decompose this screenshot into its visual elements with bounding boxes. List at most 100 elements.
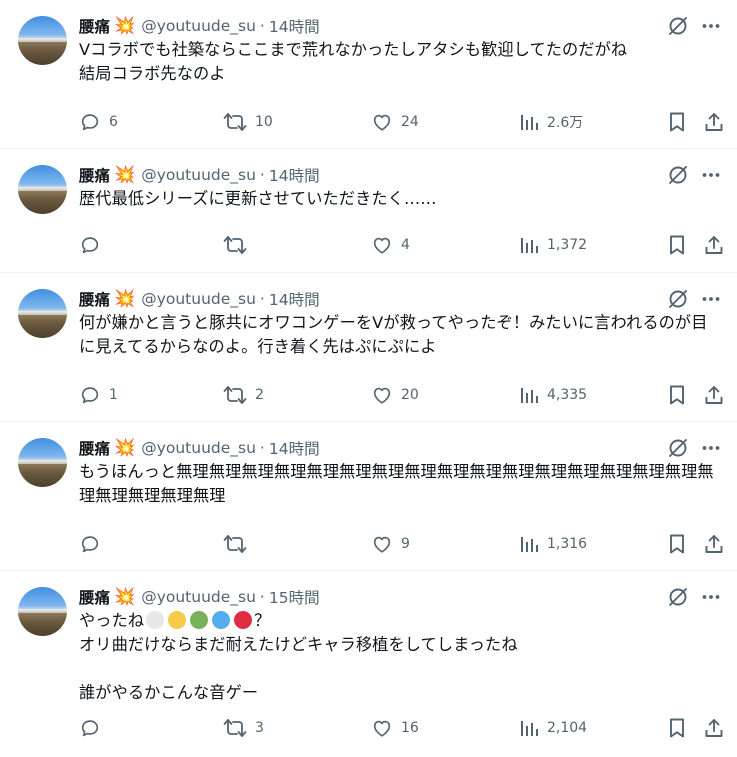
- reply-button[interactable]: 1: [79, 383, 118, 407]
- action-bar: 3 16 2,104: [79, 716, 723, 740]
- like-button[interactable]: 4: [371, 233, 410, 257]
- display-name[interactable]: 腰痛: [79, 437, 110, 459]
- tweet-header: 腰痛 💥 @youtuude_su · 14時間: [79, 14, 721, 38]
- retweet-button[interactable]: [223, 532, 255, 556]
- bookmark-icon: [670, 112, 684, 132]
- grok-icon[interactable]: [667, 437, 689, 459]
- green-circle-emoji: [190, 611, 209, 629]
- avatar[interactable]: [18, 438, 67, 487]
- heart-icon: [373, 237, 391, 254]
- separator-dot: ·: [259, 588, 265, 606]
- retweet-button[interactable]: 2: [223, 383, 264, 407]
- like-count: 20: [401, 387, 419, 403]
- user-handle[interactable]: @youtuude_su: [141, 290, 256, 308]
- user-handle[interactable]: @youtuude_su: [141, 17, 256, 35]
- tweet-text-suffix: ？: [254, 611, 271, 630]
- tweet-text-rest: オリ曲だけならまだ耐えたけどキャラ移植をしてしまったね 誰がやるかこんな音ゲー: [79, 635, 518, 702]
- more-icon[interactable]: [701, 16, 721, 36]
- share-button[interactable]: [703, 383, 725, 407]
- reply-icon: [81, 720, 99, 737]
- timestamp[interactable]: 14時間: [269, 437, 320, 459]
- bookmark-button[interactable]: [667, 233, 687, 257]
- views-button[interactable]: 2.6万: [519, 110, 583, 134]
- grok-icon[interactable]: [667, 288, 689, 310]
- bookmark-button[interactable]: [667, 383, 687, 407]
- tweet[interactable]: 腰痛 💥 @youtuude_su · 15時間 やったね ？ オリ曲だけならまだ…: [0, 571, 737, 757]
- retweet-button[interactable]: [223, 233, 255, 257]
- collision-emoji-icon: 💥: [114, 586, 136, 607]
- tweet-header: 腰痛 💥 @youtuude_su · 14時間: [79, 287, 721, 311]
- bookmark-button[interactable]: [667, 532, 687, 556]
- reply-icon: [81, 237, 99, 254]
- timestamp[interactable]: 14時間: [269, 164, 320, 186]
- tweet-text: 何が嫌かと言うと豚共にオワコンゲーをVが救ってやったぞ！みたいに言われるのが目に…: [79, 313, 708, 356]
- action-bar: 6 10 24 2.6万: [79, 110, 723, 134]
- heart-icon: [373, 720, 391, 737]
- separator-dot: ·: [259, 17, 265, 35]
- tweet[interactable]: 腰痛 💥 @youtuude_su · 14時間 何が嫌かと言うと豚共にオワコン…: [0, 273, 737, 422]
- display-name[interactable]: 腰痛: [79, 164, 110, 186]
- views-button[interactable]: 1,372: [519, 233, 587, 257]
- tweet[interactable]: 腰痛 💥 @youtuude_su · 14時間 もうほんっと無理無理無理無理無…: [0, 422, 737, 571]
- avatar[interactable]: [18, 289, 67, 338]
- more-icon[interactable]: [701, 289, 721, 309]
- user-handle[interactable]: @youtuude_su: [141, 439, 256, 457]
- separator-dot: ·: [259, 290, 265, 308]
- more-icon[interactable]: [701, 165, 721, 185]
- avatar[interactable]: [18, 16, 67, 65]
- display-name[interactable]: 腰痛: [79, 15, 110, 37]
- share-icon: [705, 236, 723, 254]
- separator-dot: ·: [259, 439, 265, 457]
- timestamp[interactable]: 15時間: [269, 586, 320, 608]
- grok-icon[interactable]: [667, 15, 689, 37]
- like-button[interactable]: 9: [371, 532, 410, 556]
- action-bar: 9 1,316: [79, 532, 723, 556]
- views-button[interactable]: 2,104: [519, 716, 587, 740]
- views-button[interactable]: 1,316: [519, 532, 587, 556]
- like-count: 4: [401, 237, 410, 253]
- tweet[interactable]: 腰痛 💥 @youtuude_su · 14時間 歴代最低シリーズに更新させてい…: [0, 149, 737, 273]
- share-button[interactable]: [703, 532, 725, 556]
- views-button[interactable]: 4,335: [519, 383, 587, 407]
- like-button[interactable]: 20: [371, 383, 419, 407]
- reply-button[interactable]: [79, 716, 109, 740]
- user-handle[interactable]: @youtuude_su: [141, 166, 256, 184]
- more-icon[interactable]: [701, 438, 721, 458]
- tweet-text: Vコラボでも社築ならここまで荒れなかったしアタシも歓迎してたのだがね 結局コラボ…: [79, 40, 628, 83]
- like-button[interactable]: 24: [371, 110, 419, 134]
- more-icon[interactable]: [701, 587, 721, 607]
- reply-button[interactable]: 6: [79, 110, 118, 134]
- retweet-count: 10: [255, 114, 273, 130]
- like-count: 9: [401, 536, 410, 552]
- share-icon: [705, 113, 723, 131]
- avatar[interactable]: [18, 165, 67, 214]
- reply-count: 6: [109, 114, 118, 130]
- display-name[interactable]: 腰痛: [79, 586, 110, 608]
- retweet-button[interactable]: 3: [223, 716, 264, 740]
- like-button[interactable]: 16: [371, 716, 419, 740]
- timestamp[interactable]: 14時間: [269, 15, 320, 37]
- grok-icon[interactable]: [667, 586, 689, 608]
- tweet-feed: 腰痛 💥 @youtuude_su · 14時間 Vコラボでも社築ならここまで荒…: [0, 0, 737, 757]
- reply-button[interactable]: [79, 233, 109, 257]
- retweet-button[interactable]: 10: [223, 110, 273, 134]
- display-name[interactable]: 腰痛: [79, 288, 110, 310]
- reply-button[interactable]: [79, 532, 109, 556]
- bookmark-icon: [670, 385, 684, 405]
- avatar[interactable]: [18, 587, 67, 636]
- share-button[interactable]: [703, 110, 725, 134]
- bookmark-button[interactable]: [667, 110, 687, 134]
- heart-icon: [373, 114, 391, 131]
- tweet[interactable]: 腰痛 💥 @youtuude_su · 14時間 Vコラボでも社築ならここまで荒…: [0, 0, 737, 149]
- share-icon: [705, 386, 723, 404]
- views-count: 1,316: [547, 536, 588, 552]
- share-icon: [705, 719, 723, 737]
- grok-icon[interactable]: [667, 164, 689, 186]
- tweet-text: 歴代最低シリーズに更新させていただきたく……: [79, 189, 437, 208]
- user-handle[interactable]: @youtuude_su: [141, 588, 256, 606]
- share-button[interactable]: [703, 233, 725, 257]
- timestamp[interactable]: 14時間: [269, 288, 320, 310]
- share-button[interactable]: [703, 716, 725, 740]
- bookmark-button[interactable]: [667, 716, 687, 740]
- retweet-icon: [223, 113, 247, 131]
